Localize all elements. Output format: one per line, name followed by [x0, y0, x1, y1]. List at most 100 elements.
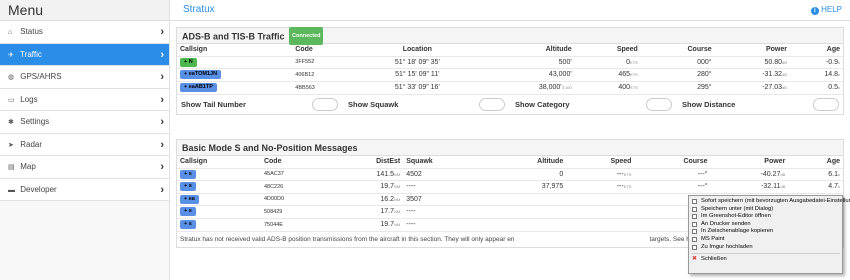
dist-unit: NM [394, 222, 401, 227]
gear-icon: ✱ [8, 119, 14, 126]
context-menu-item-label: In Zwischenablage kopieren [701, 228, 774, 235]
table-row: + s 45AC37 141.5NM 4502 0 ---KTS ---° -40.27dB 6… [177, 167, 843, 181]
sidebar-item-settings[interactable]: ✱ Settings › [0, 111, 169, 134]
chevron-right-icon: › [160, 48, 164, 61]
context-menu-item-label: An Drucker senden [701, 220, 751, 227]
callsign-button[interactable]: + s [180, 182, 196, 192]
toggle-switch-show-category[interactable] [646, 97, 672, 111]
altitude-cell [485, 217, 567, 231]
sidebar-item-map[interactable]: ▤ Map › [0, 156, 169, 179]
speed-cell [566, 192, 635, 206]
main-area: Stratux i HELP ADS-B and TIS-B Traffic C… [170, 0, 850, 280]
sidebar-item-label: Radar [20, 139, 43, 149]
dist-value: 19.7 [380, 221, 394, 228]
age-unit: s [838, 184, 840, 190]
connection-status-badge: Connected [289, 27, 324, 45]
column-header-altitude: Altitude [537, 158, 564, 166]
squawk-cell: ---- [403, 217, 486, 231]
toggle-label-show-category: Show Category [515, 99, 570, 109]
context-menu-item[interactable]: Sofort speichern (mit bevorzugten Ausgab… [689, 198, 850, 206]
file-icon: ▭ [8, 96, 15, 104]
code-cell: 3FF552 [292, 55, 355, 69]
power-cell: -32.11dB [710, 180, 789, 193]
context-menu-item[interactable]: MS Paint [689, 236, 842, 244]
sidebar-item-traffic[interactable]: ✈ Traffic › [0, 43, 169, 66]
speed-cell: 0KTS [574, 55, 641, 69]
help-link[interactable]: i HELP [810, 5, 842, 15]
age-unit: s [838, 85, 840, 90]
context-menu-item[interactable]: Zu Imgur hochladen [689, 244, 842, 252]
altitude-value: 43,000' [548, 71, 572, 79]
age-unit: s [838, 171, 840, 177]
chevron-right-icon: › [160, 93, 164, 106]
age-cell: 0.5s [789, 80, 843, 94]
toggle-switch-show-squawk[interactable] [479, 97, 505, 111]
altitude-value: 500' [558, 58, 572, 66]
table-row: + N 3FF552 51° 18' 09" 35' 500' 0KTS 000° 50.8… [177, 55, 843, 69]
speed-cell [566, 217, 635, 231]
sidebar-item-radar[interactable]: ➤ Radar › [0, 133, 169, 156]
menu-item-icon [692, 229, 697, 235]
power-cell: -40.27dB [710, 167, 789, 181]
sidebar-item-status[interactable]: ⌂ Status › [0, 21, 169, 44]
power-unit: dB [780, 184, 786, 190]
power-cell: -27.03dB [714, 80, 790, 94]
code-cell: 4D00D0 [260, 192, 328, 206]
context-menu-item[interactable]: Im Greenshot-Editor öffnen [689, 213, 842, 221]
power-value: -31.32 [762, 71, 783, 79]
callsign-button[interactable]: + s [180, 169, 196, 179]
sidebar-item-logs[interactable]: ▭ Logs › [0, 88, 169, 111]
column-header-speed: Speed [610, 158, 632, 166]
age-value: 4.7 [828, 183, 838, 191]
sidebar-item-developer[interactable]: ▬ Developer › [0, 178, 169, 201]
callsign-cell: + eaTOM1JN [177, 68, 293, 81]
callsign-button[interactable]: + eaTOM1JN [180, 70, 222, 80]
altitude-cell: 43,000' [479, 68, 575, 81]
help-label: HELP [821, 5, 842, 14]
context-menu-separator [691, 253, 840, 255]
context-menu: Sofort speichern (mit bevorzugten Ausgab… [688, 195, 850, 274]
toggle-switch-show-tail-number[interactable] [312, 97, 338, 111]
info-circle-icon: i [810, 7, 819, 15]
note-text: Stratux has not received valid ADS-B pos… [180, 235, 515, 243]
context-menu-item[interactable]: An Drucker senden [689, 221, 842, 229]
menu-item-icon [692, 199, 697, 204]
age-value: 6.1 [828, 170, 838, 178]
close-icon: ✕ [692, 256, 698, 263]
toggle-label-show-tail-number: Show Tail Number [181, 99, 246, 109]
callsign-button[interactable]: + s [180, 220, 196, 229]
context-menu-item-label: Im Greenshot-Editor öffnen [701, 213, 771, 220]
callsign-button[interactable]: + eaAB1TP [180, 83, 217, 92]
age-cell: 4.7s [788, 180, 843, 193]
context-menu-item-label: Sofort speichern (mit bevorzugten Ausgab… [701, 198, 850, 204]
code-cell: 75044E [260, 217, 328, 231]
squawk-cell: ---- [403, 205, 486, 218]
sidebar-item-label: Map [20, 162, 36, 171]
menu-item-icon [692, 214, 697, 220]
column-header-altitude: Altitude [545, 46, 572, 54]
callsign-button[interactable]: + ea [180, 194, 199, 204]
context-menu-item[interactable]: In Zwischenablage kopieren [689, 228, 842, 236]
chevron-right-icon: › [160, 138, 164, 151]
sidebar-item-gps-ahrs[interactable]: ◍ GPS/AHRS › [0, 66, 169, 89]
map-icon: ▤ [8, 164, 15, 171]
adsb-panel-title: ADS-B and TIS-B Traffic [182, 31, 285, 42]
altitude-cell: 0 [485, 167, 567, 181]
dist-value: 17.7 [380, 208, 394, 216]
globe-icon: ◍ [8, 74, 15, 81]
context-menu-item[interactable]: Speichern unter (mit Dialog) [689, 206, 842, 214]
speed-cell: 465KTS [574, 68, 641, 81]
callsign-cell: + eaAB1TP [177, 80, 293, 94]
course-cell: 295° [640, 80, 715, 94]
speed-unit: KTS [630, 59, 638, 65]
chevron-right-icon: › [160, 26, 164, 38]
callsign-button[interactable]: + s [180, 207, 196, 217]
callsign-button[interactable]: + N [180, 57, 197, 67]
menu-title: Menu [0, 0, 169, 21]
code-cell: 45AC37 [260, 167, 328, 181]
column-header-power: Power [764, 158, 786, 166]
context-menu-close[interactable]: ✕ Schließen [689, 256, 842, 264]
callsign-cell: + s [177, 217, 261, 231]
altitude-value: 38,000' [538, 84, 562, 91]
toggle-switch-show-distance[interactable] [813, 97, 839, 111]
